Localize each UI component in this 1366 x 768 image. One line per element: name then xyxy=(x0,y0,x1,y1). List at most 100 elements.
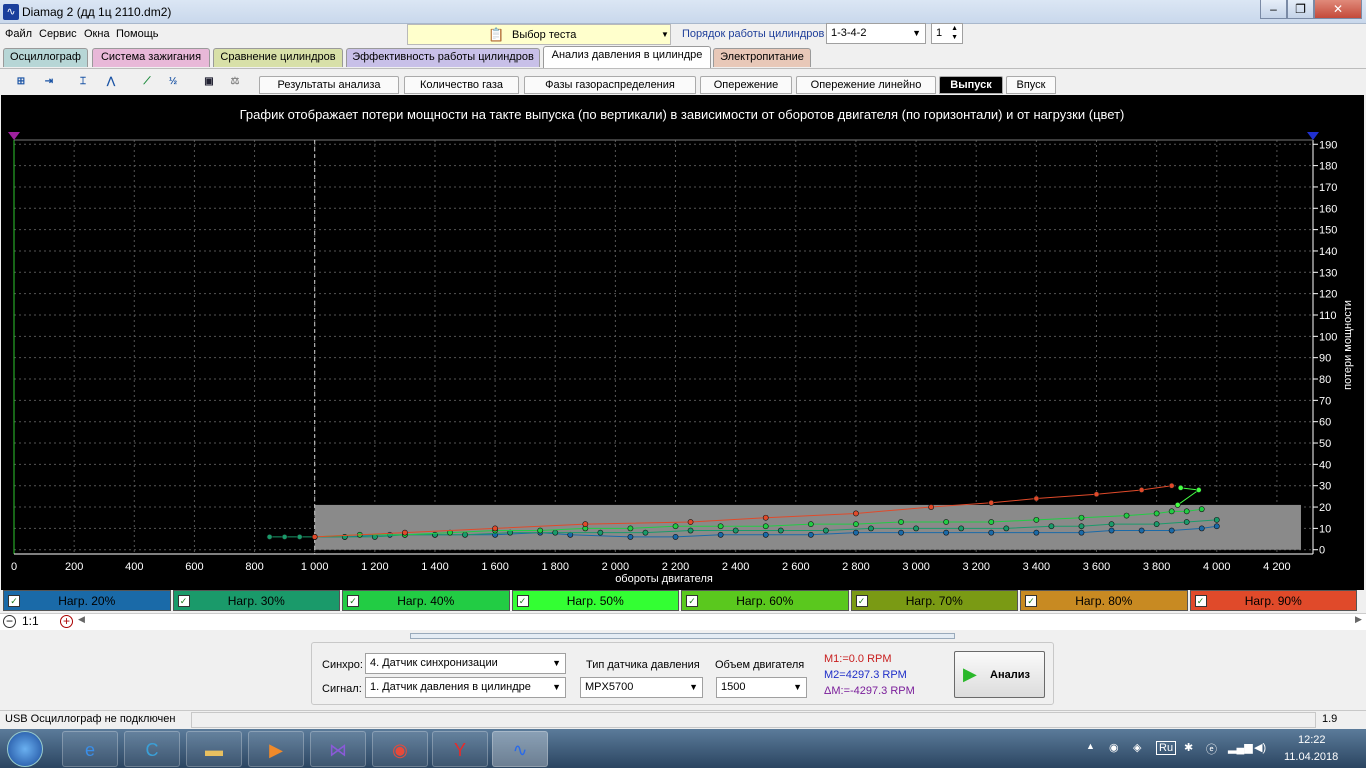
start-button[interactable] xyxy=(7,731,43,767)
bluetooth-icon[interactable]: ✱ xyxy=(1184,741,1193,754)
tab-4[interactable]: Эффективность работы цилиндров xyxy=(346,48,540,67)
menu-help[interactable]: Помощь xyxy=(116,28,159,40)
subtab-4[interactable]: Опережение xyxy=(700,76,792,94)
subtab-6[interactable]: Выпуск xyxy=(939,76,1003,94)
close-button[interactable]: ✕ xyxy=(1314,0,1362,19)
zoom-in-icon[interactable]: + xyxy=(60,615,73,628)
subtab-7[interactable]: Впуск xyxy=(1006,76,1056,94)
algorithm-icon[interactable]: ½ xyxy=(162,71,184,93)
cyl-number-stepper[interactable]: 1 ▲ ▼ xyxy=(931,23,963,44)
x-tick-label: 800 xyxy=(245,561,263,573)
data-point xyxy=(1213,516,1220,523)
legend-item-5[interactable]: ✓ Нагр. 60% xyxy=(681,590,849,611)
legend-item-2[interactable]: ✓ Нагр. 30% xyxy=(172,590,340,611)
legend-item-3[interactable]: ✓ Нагр. 40% xyxy=(342,590,510,611)
sync-select[interactable]: 4. Датчик синхронизации ▼ xyxy=(365,653,566,674)
cyl-order-select[interactable]: 1-3-4-2 ▼ xyxy=(826,23,926,44)
menu-windows[interactable]: Окна xyxy=(84,28,110,40)
data-point xyxy=(777,527,784,534)
x-tick-label: 1 400 xyxy=(421,561,449,573)
tray-sync-icon[interactable]: ◉ xyxy=(1109,741,1119,754)
maximize-button[interactable]: ❐ xyxy=(1287,0,1314,19)
data-point xyxy=(1123,512,1130,519)
signal-icon[interactable]: ▂▄▆ xyxy=(1228,741,1253,754)
subtab-2[interactable]: Количество газа xyxy=(404,76,519,94)
ie-icon[interactable]: e xyxy=(62,731,118,767)
tab-5[interactable]: Анализ давления в цилиндре xyxy=(543,46,711,68)
sensor-type-select[interactable]: MPX5700 ▼ xyxy=(580,677,703,698)
scroll-left-icon[interactable]: ◀ xyxy=(78,614,85,625)
graph-view-icon[interactable]: ⊞ xyxy=(10,71,32,93)
legend-item-7[interactable]: ✓ Нагр. 80% xyxy=(1020,590,1188,611)
legend-item-4[interactable]: ✓ Нагр. 50% xyxy=(511,590,679,611)
horizontal-scroll-row[interactable] xyxy=(0,613,1366,630)
ccleaner-icon[interactable]: C xyxy=(124,731,180,767)
diamag-icon[interactable]: ∿ xyxy=(492,731,548,767)
checkbox-icon[interactable]: ✓ xyxy=(1025,595,1037,607)
tab-2[interactable]: Система зажигания xyxy=(92,48,210,67)
xy-scale-icon[interactable]: ⋀ xyxy=(100,71,122,93)
data-point xyxy=(627,534,634,540)
subtab-1[interactable]: Результаты анализа xyxy=(259,76,399,94)
data-point xyxy=(687,527,694,534)
volume-icon[interactable]: ◀) xyxy=(1254,741,1266,754)
chart-area[interactable]: График отображает потери мощности на так… xyxy=(1,95,1364,590)
clock-date[interactable]: 11.04.2018 xyxy=(1284,751,1338,763)
menu-service[interactable]: Сервис xyxy=(39,28,77,40)
scale-numbers-icon[interactable]: ⇥ xyxy=(38,71,60,93)
clock-time[interactable]: 12:22 xyxy=(1298,734,1326,746)
menu-file[interactable]: Файл xyxy=(5,28,32,40)
tab-1[interactable]: Осциллограф xyxy=(3,48,88,67)
minimize-button[interactable]: ‒ xyxy=(1260,0,1287,19)
data-point xyxy=(762,523,769,530)
subtab-5[interactable]: Опережение линейно xyxy=(796,76,936,94)
tray-e-icon[interactable]: ⓔ xyxy=(1206,741,1217,757)
yandex-icon[interactable]: Y xyxy=(432,731,488,767)
folder-icon[interactable]: ▬ xyxy=(186,731,242,767)
line-chart-icon[interactable]: ⟋ xyxy=(136,71,158,93)
checkbox-icon[interactable]: ✓ xyxy=(855,595,868,607)
y-tick-label: 110 xyxy=(1319,310,1337,322)
checkbox-icon[interactable]: ✓ xyxy=(1194,595,1207,607)
checkbox-icon[interactable]: ✓ xyxy=(8,595,20,607)
data-point xyxy=(1093,491,1100,498)
chevron-down-icon: ▼ xyxy=(793,682,802,692)
media-player-icon[interactable]: ▶ xyxy=(248,731,304,767)
checkbox-icon[interactable]: ✓ xyxy=(686,595,698,607)
legend-item-1[interactable]: ✓ Нагр. 20% xyxy=(3,590,171,611)
tab-6[interactable]: Электропитание xyxy=(713,48,811,67)
engine-volume-select[interactable]: 1500 ▼ xyxy=(716,677,807,698)
signal-select[interactable]: 1. Датчик давления в цилиндре ▼ xyxy=(365,677,566,698)
checkbox-icon[interactable]: ✓ xyxy=(177,595,190,607)
tray-expand-icon[interactable]: ▲ xyxy=(1086,741,1095,751)
legend-label: Нагр. 70% xyxy=(905,594,963,608)
panel-splitter[interactable] xyxy=(410,633,955,639)
legend-item-8[interactable]: ✓ Нагр. 90% xyxy=(1189,590,1357,611)
language-indicator[interactable]: Ru xyxy=(1156,741,1177,755)
legend-item-6[interactable]: ✓ Нагр. 70% xyxy=(850,590,1018,611)
test-select-dropdown[interactable]: 📋 Выбор теста ▼ xyxy=(407,24,671,45)
x-tick-label: 2 600 xyxy=(782,561,810,573)
status-text: USB Осциллограф не подключен xyxy=(5,713,176,725)
data-point xyxy=(1183,519,1190,525)
chrome-icon[interactable]: ◉ xyxy=(372,731,428,767)
checkbox-icon[interactable]: ✓ xyxy=(516,595,529,607)
auto-scale-icon[interactable]: ⌶ xyxy=(72,71,94,93)
scroll-right-icon[interactable]: ▶ xyxy=(1355,614,1362,625)
zoom-out-icon[interactable]: − xyxy=(3,615,16,628)
analyze-button[interactable]: ▶ Анализ xyxy=(954,651,1045,698)
tray-network-icon[interactable]: ◈ xyxy=(1133,741,1141,754)
legend-label: Нагр. 90% xyxy=(1244,594,1302,608)
subtab-3[interactable]: Фазы газораспределения xyxy=(524,76,696,94)
marker-m2: M2=4297.3 RPM xyxy=(824,669,907,681)
data-point xyxy=(958,525,965,532)
data-point xyxy=(311,534,318,540)
x-tick-label: 3 200 xyxy=(962,561,990,573)
marker-delta: ΔM:=-4297.3 RPM xyxy=(824,685,915,697)
data-point xyxy=(853,521,859,528)
visual-studio-icon[interactable]: ⋈ xyxy=(310,731,366,767)
tab-3[interactable]: Сравнение цилиндров xyxy=(213,48,343,67)
balance-icon[interactable]: ⚖ xyxy=(224,71,246,93)
checkbox-icon[interactable]: ✓ xyxy=(347,595,359,607)
save-icon[interactable]: ▣ xyxy=(198,71,220,93)
